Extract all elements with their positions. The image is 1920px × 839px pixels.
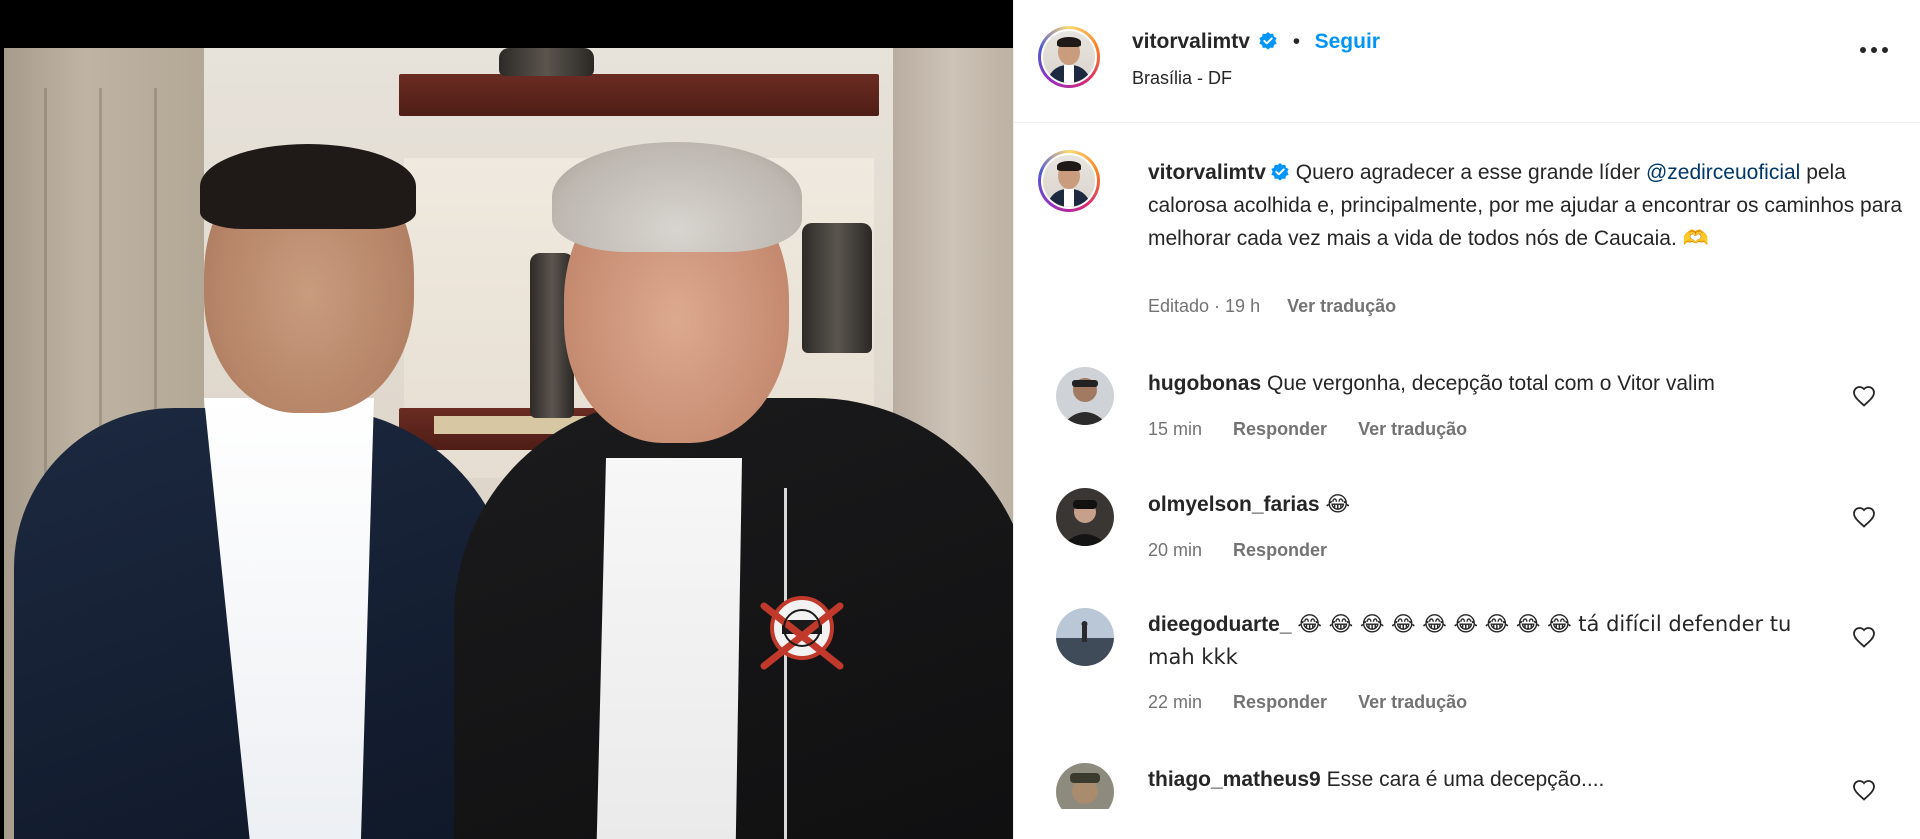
separator-dot: • bbox=[1292, 30, 1301, 53]
verified-badge-icon bbox=[1271, 163, 1289, 181]
vase bbox=[499, 48, 594, 76]
comment-reply-button[interactable]: Responder bbox=[1233, 419, 1327, 439]
follow-button[interactable]: Seguir bbox=[1315, 30, 1380, 53]
comment-username[interactable]: dieegoduarte_ bbox=[1148, 613, 1292, 636]
person-left-hair bbox=[200, 144, 416, 229]
post-header: vitorvalimtv • Seguir Brasília - DF bbox=[1014, 0, 1920, 123]
caption-emoji: 🫶 bbox=[1682, 226, 1709, 250]
author-avatar-image bbox=[1043, 31, 1095, 83]
caption-mention-link[interactable]: @zedirceuoficial bbox=[1646, 161, 1800, 184]
person-right-hair bbox=[552, 142, 802, 252]
heart-icon[interactable] bbox=[1852, 779, 1876, 801]
photo-scene bbox=[4, 48, 1013, 839]
comment-avatar[interactable] bbox=[1056, 367, 1114, 425]
comment-body: thiago_matheus9 Esse cara é uma decepção… bbox=[1148, 763, 1828, 796]
comment-reply-button[interactable]: Responder bbox=[1233, 540, 1327, 560]
author-username[interactable]: vitorvalimtv bbox=[1132, 30, 1250, 53]
comment-time[interactable]: 20 min bbox=[1148, 540, 1202, 560]
comment-username[interactable]: thiago_matheus9 bbox=[1148, 768, 1321, 791]
comment-time[interactable]: 15 min bbox=[1148, 419, 1202, 439]
comment-item: dieegoduarte_ 😂 😂 😂 😂 😂 😂 😂 😂 😂 tá difíc… bbox=[1038, 608, 1898, 718]
comment-body: olmyelson_farias 😂 bbox=[1148, 488, 1828, 521]
caption-meta: Editado · 19 h Ver tradução bbox=[1148, 296, 1396, 317]
comment-meta: 22 min Responder Ver tradução bbox=[1148, 692, 1467, 713]
caption-avatar-image bbox=[1043, 155, 1095, 207]
comment-body: dieegoduarte_ 😂 😂 😂 😂 😂 😂 😂 😂 😂 tá difíc… bbox=[1148, 608, 1828, 674]
post-location[interactable]: Brasília - DF bbox=[1132, 68, 1232, 89]
comment-body: hugobonas Que vergonha, decepção total c… bbox=[1148, 367, 1828, 400]
comment-avatar[interactable] bbox=[1056, 608, 1114, 666]
author-avatar[interactable] bbox=[1038, 26, 1100, 88]
comment-text: Esse cara é uma decepção.... bbox=[1326, 768, 1605, 791]
post-caption: vitorvalimtv Quero agradecer a esse gran… bbox=[1038, 150, 1902, 330]
vase bbox=[802, 223, 872, 353]
comment-username[interactable]: hugobonas bbox=[1148, 372, 1261, 395]
heart-icon[interactable] bbox=[1852, 506, 1876, 528]
caption-translate-button[interactable]: Ver tradução bbox=[1287, 296, 1396, 316]
comment-reply-button[interactable]: Responder bbox=[1233, 692, 1327, 712]
person-right-shirt bbox=[595, 458, 742, 839]
post-photo[interactable] bbox=[0, 0, 1013, 839]
heart-icon[interactable] bbox=[1852, 626, 1876, 648]
caption-avatar[interactable] bbox=[1038, 150, 1100, 212]
comment-item: thiago_matheus9 Esse cara é uma decepção… bbox=[1038, 763, 1898, 809]
comment-avatar[interactable] bbox=[1056, 763, 1114, 809]
comment-avatar[interactable] bbox=[1056, 488, 1114, 546]
comment-text: 😂 bbox=[1325, 492, 1350, 516]
comment-meta: 20 min Responder bbox=[1148, 540, 1327, 561]
more-options-icon[interactable] bbox=[1859, 46, 1889, 54]
heart-icon[interactable] bbox=[1852, 385, 1876, 407]
verified-badge-icon bbox=[1259, 32, 1277, 50]
comment-time[interactable]: 22 min bbox=[1148, 692, 1202, 712]
comment-item: hugobonas Que vergonha, decepção total c… bbox=[1038, 367, 1898, 457]
comment-item: olmyelson_farias 😂 20 min Responder bbox=[1038, 488, 1898, 568]
caption-intro: Quero agradecer a esse grande líder bbox=[1295, 161, 1641, 184]
shelf bbox=[399, 74, 879, 116]
author-line: vitorvalimtv • Seguir bbox=[1132, 30, 1380, 54]
post-side-panel: vitorvalimtv • Seguir Brasília - DF vito… bbox=[1013, 0, 1920, 839]
team-crest-icon bbox=[760, 596, 844, 670]
caption-username[interactable]: vitorvalimtv bbox=[1148, 161, 1266, 184]
caption-edited-time[interactable]: Editado · 19 h bbox=[1148, 296, 1260, 316]
comment-meta: 15 min Responder Ver tradução bbox=[1148, 419, 1467, 440]
comment-translate-button[interactable]: Ver tradução bbox=[1358, 692, 1467, 712]
comment-text: Que vergonha, decepção total com o Vitor… bbox=[1267, 372, 1715, 395]
comment-translate-button[interactable]: Ver tradução bbox=[1358, 419, 1467, 439]
caption-text: vitorvalimtv Quero agradecer a esse gran… bbox=[1148, 156, 1908, 255]
comment-username[interactable]: olmyelson_farias bbox=[1148, 493, 1320, 516]
